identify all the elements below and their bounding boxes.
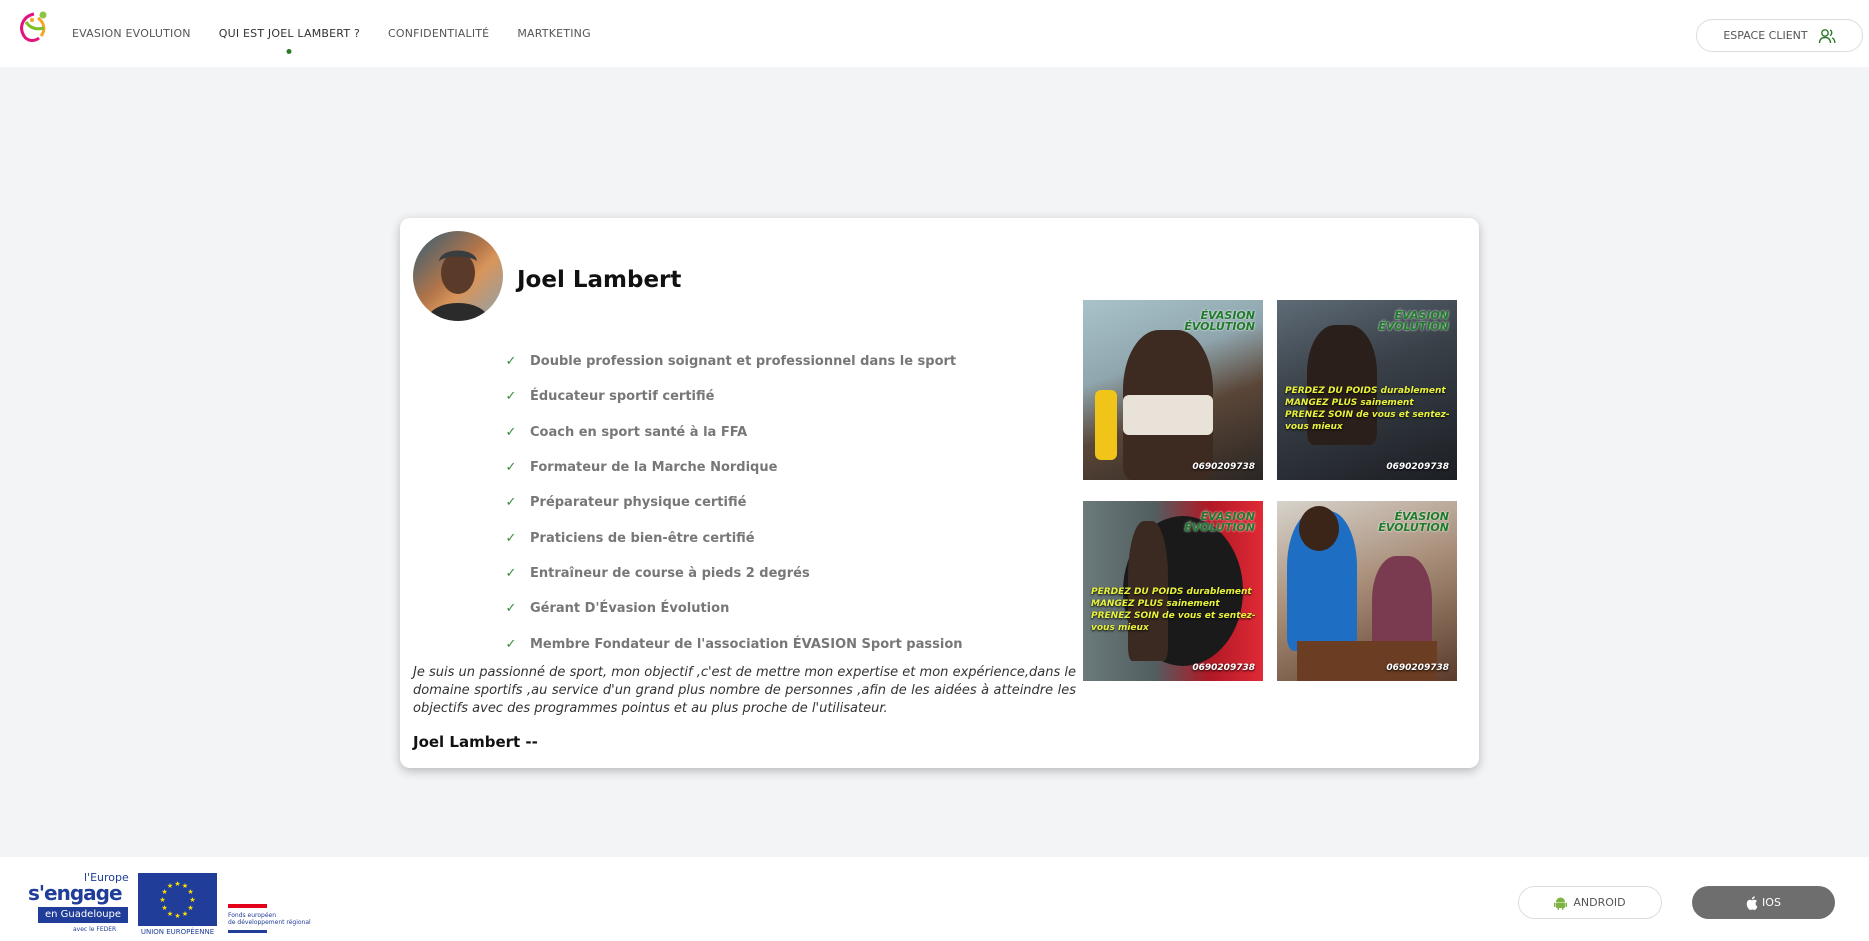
qualification-text: Coach en sport santé à la FFA <box>530 424 748 440</box>
head-shape <box>1299 506 1339 551</box>
nav-evasion-evolution[interactable]: EVASION EVOLUTION <box>72 23 191 44</box>
profile-name: Joel Lambert <box>517 267 682 293</box>
towel-shape <box>1123 395 1213 435</box>
svg-text:★: ★ <box>174 912 180 920</box>
android-label: ANDROID <box>1573 896 1626 909</box>
brand-subtext: ÉVOLUTION <box>1378 320 1449 333</box>
phone-text: 0690209738 <box>1192 462 1255 472</box>
promo-photo-2[interactable]: ÉVASION ÉVOLUTION PERDEZ DU POIDS durable… <box>1277 300 1457 480</box>
eu-label: UNION EUROPÉENNE <box>140 928 215 936</box>
ios-label: IOS <box>1762 896 1781 909</box>
list-item: ✓ Éducateur sportif certifié <box>500 379 963 414</box>
tag-text: PRENEZ SOIN de vous et sentez-vous mieux <box>1091 611 1256 633</box>
svg-text:★: ★ <box>167 882 173 890</box>
check-icon: ✓ <box>505 354 517 370</box>
svg-text:★: ★ <box>174 880 180 888</box>
brand-subtext: ÉVOLUTION <box>1184 521 1255 534</box>
table-shape <box>1297 641 1437 681</box>
qualification-text: Praticiens de bien-être certifié <box>530 530 755 546</box>
feder-blue-bar <box>228 930 267 933</box>
promo-photo-3[interactable]: ÉVASION ÉVOLUTION PERDEZ DU POIDS durable… <box>1083 501 1263 681</box>
check-icon: ✓ <box>505 389 517 405</box>
list-item: ✓ Formateur de la Marche Nordique <box>500 450 963 485</box>
svg-text:★: ★ <box>159 896 165 904</box>
logo-text: s'engage <box>28 881 123 905</box>
qualifications-list: ✓ Double profession soignant et professio… <box>500 344 963 662</box>
apple-icon <box>1746 895 1758 910</box>
phone-text: 0690209738 <box>1386 462 1449 472</box>
qualification-text: Préparateur physique certifié <box>530 495 747 511</box>
tag-text: MANGEZ PLUS sainement <box>1091 599 1220 609</box>
svg-text:★: ★ <box>187 888 193 896</box>
nav-martketing[interactable]: MARTKETING <box>517 23 590 44</box>
qualification-text: Double profession soignant et profession… <box>530 354 957 370</box>
list-item: ✓ Double profession soignant et professio… <box>500 344 963 379</box>
qualification-text: Membre Fondateur de l'association ÉVASIO… <box>530 636 963 652</box>
profile-card: Joel Lambert ✓ Double profession soignant… <box>400 218 1479 768</box>
svg-text:★: ★ <box>161 904 167 912</box>
list-item: ✓ Gérant D'Évasion Évolution <box>500 591 963 626</box>
feder-text: de développement régional <box>228 919 311 926</box>
tag-text: PERDEZ DU POIDS durablement <box>1091 587 1252 597</box>
tag-text: MANGEZ PLUS sainement <box>1285 398 1414 408</box>
list-item: ✓ Entraîneur de course à pieds 2 degrés <box>500 556 963 591</box>
users-icon <box>1818 28 1836 43</box>
promo-photo-1[interactable]: ÉVASION ÉVOLUTION 0690209738 <box>1083 300 1263 480</box>
list-item: ✓ Praticiens de bien-être certifié <box>500 520 963 555</box>
brand-subtext: ÉVOLUTION <box>1378 521 1449 534</box>
bio-paragraph: Je suis un passionné de sport, mon objec… <box>413 665 1076 716</box>
check-icon: ✓ <box>505 495 517 511</box>
qualification-text: Gérant D'Évasion Évolution <box>530 601 730 617</box>
brand-subtext: ÉVOLUTION <box>1184 320 1255 333</box>
tag-text: PERDEZ DU POIDS durablement <box>1285 386 1446 396</box>
promo-photo-4[interactable]: ÉVASION ÉVOLUTION 0690209738 <box>1277 501 1457 681</box>
evasion-logo[interactable] <box>14 8 56 48</box>
main-nav: EVASION EVOLUTION QUI EST JOEL LAMBERT ?… <box>72 0 591 67</box>
check-icon: ✓ <box>505 565 517 581</box>
eu-stars-icon: ★ ★★ ★★★ ★★★ ★★★ <box>159 880 195 920</box>
espace-client-button[interactable]: ESPACE CLIENT <box>1696 19 1863 52</box>
list-item: ✓ Membre Fondateur de l'association ÉVASI… <box>500 626 963 661</box>
feder-red-bar <box>228 904 267 908</box>
feder-logo: Fonds européen de développement régional <box>228 904 318 934</box>
signature: Joel Lambert -- <box>413 733 538 751</box>
europe-sengage-logo: l'Europe s'engage en Guadeloupe avec le … <box>28 871 129 935</box>
tag-text: PRENEZ SOIN de vous et sentez-vous mieux <box>1285 410 1450 432</box>
person-portrait-icon <box>427 250 489 321</box>
check-icon: ✓ <box>505 636 517 652</box>
nav-qui-est-joel-lambert[interactable]: QUI EST JOEL LAMBERT ? <box>219 23 360 44</box>
android-icon <box>1554 897 1568 910</box>
qualification-text: Éducateur sportif certifié <box>530 389 715 405</box>
check-icon: ✓ <box>505 424 517 440</box>
nav-confidentialite[interactable]: CONFIDENTIALITÉ <box>388 23 489 44</box>
phone-text: 0690209738 <box>1192 663 1255 673</box>
list-item: ✓ Préparateur physique certifié <box>500 485 963 520</box>
qualification-text: Formateur de la Marche Nordique <box>530 460 778 476</box>
eu-flag-icon: ★ ★ ★ ★ ★ ★ ★ ★ ★ ★ ★ ★ <box>138 873 217 926</box>
svg-text:★: ★ <box>187 904 193 912</box>
logo-text: en Guadeloupe <box>38 907 128 923</box>
logo-text: avec le FEDER <box>73 926 117 933</box>
qualification-text: Entraîneur de course à pieds 2 degrés <box>530 565 810 581</box>
espace-client-label: ESPACE CLIENT <box>1723 29 1808 42</box>
svg-text:★: ★ <box>167 910 173 918</box>
svg-text:★: ★ <box>182 910 188 918</box>
list-item: ✓ Coach en sport santé à la FFA <box>500 415 963 450</box>
feder-text: Fonds européen <box>228 912 277 919</box>
check-icon: ✓ <box>505 460 517 476</box>
phone-text: 0690209738 <box>1386 663 1449 673</box>
ios-button[interactable]: IOS <box>1692 886 1835 919</box>
check-icon: ✓ <box>505 601 517 617</box>
android-button[interactable]: ANDROID <box>1518 886 1662 919</box>
bottle-shape <box>1095 390 1117 460</box>
avatar <box>413 231 503 321</box>
svg-text:★: ★ <box>189 896 195 904</box>
top-navbar: EVASION EVOLUTION QUI EST JOEL LAMBERT ?… <box>0 0 1869 67</box>
check-icon: ✓ <box>505 530 517 546</box>
